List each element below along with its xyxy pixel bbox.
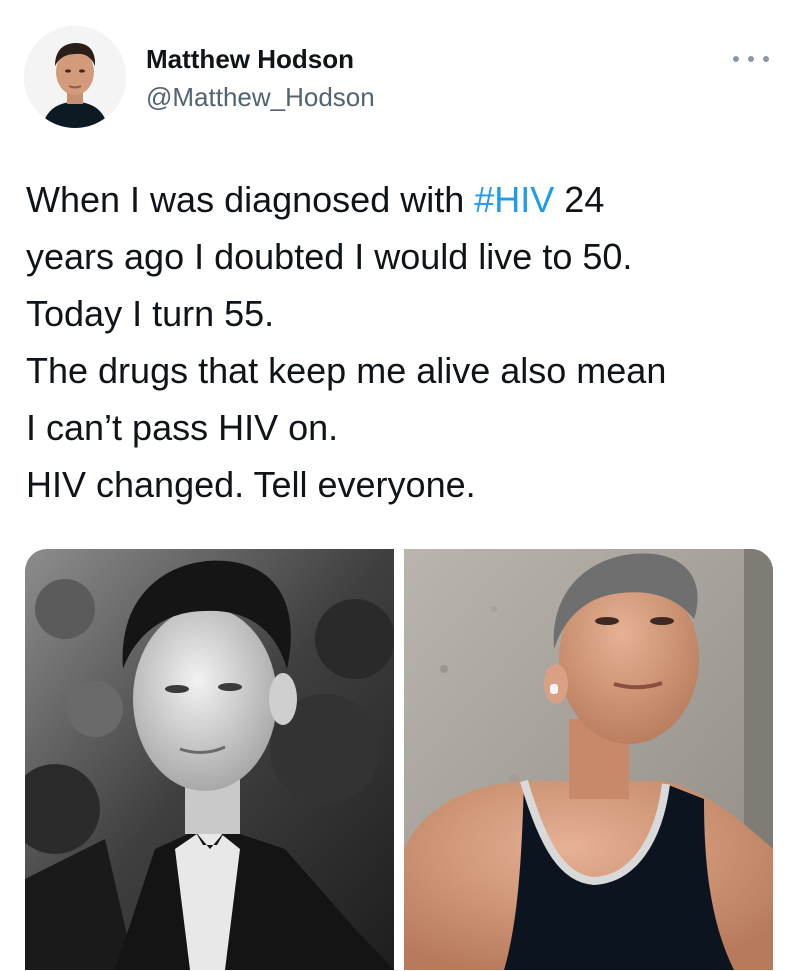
photo-man-tank-top[interactable] [404, 549, 773, 970]
author-display-name[interactable]: Matthew Hodson [146, 44, 354, 75]
more-horizontal-icon[interactable] [733, 52, 769, 66]
avatar-image [24, 26, 126, 128]
author-handle[interactable]: @Matthew_Hodson [146, 82, 375, 113]
photo-color-portrait [404, 549, 773, 970]
tweet-media [25, 549, 773, 970]
tweet-text-segment: 24 [554, 179, 605, 220]
tweet-line: years ago I doubted I would live to 50. [26, 236, 633, 277]
tweet-line: HIV changed. Tell everyone. [26, 464, 476, 505]
hashtag-link[interactable]: #HIV [474, 179, 554, 220]
photo-young-man-tuxedo[interactable] [25, 549, 394, 970]
tweet-text: When I was diagnosed with #HIV 24 years … [26, 171, 776, 513]
tweet-line: The drugs that keep me alive also mean [26, 350, 667, 391]
tweet-text-segment: When I was diagnosed with [26, 179, 475, 220]
tweet-line: Today I turn 55. [26, 293, 275, 334]
tweet-line: I can’t pass HIV on. [26, 407, 339, 448]
photo-bw-portrait [25, 549, 394, 970]
avatar[interactable] [24, 26, 126, 128]
tweet-header: Matthew Hodson @Matthew_Hodson [24, 22, 773, 132]
tweet-line: When I was diagnosed with #HIV 24 [26, 171, 776, 228]
